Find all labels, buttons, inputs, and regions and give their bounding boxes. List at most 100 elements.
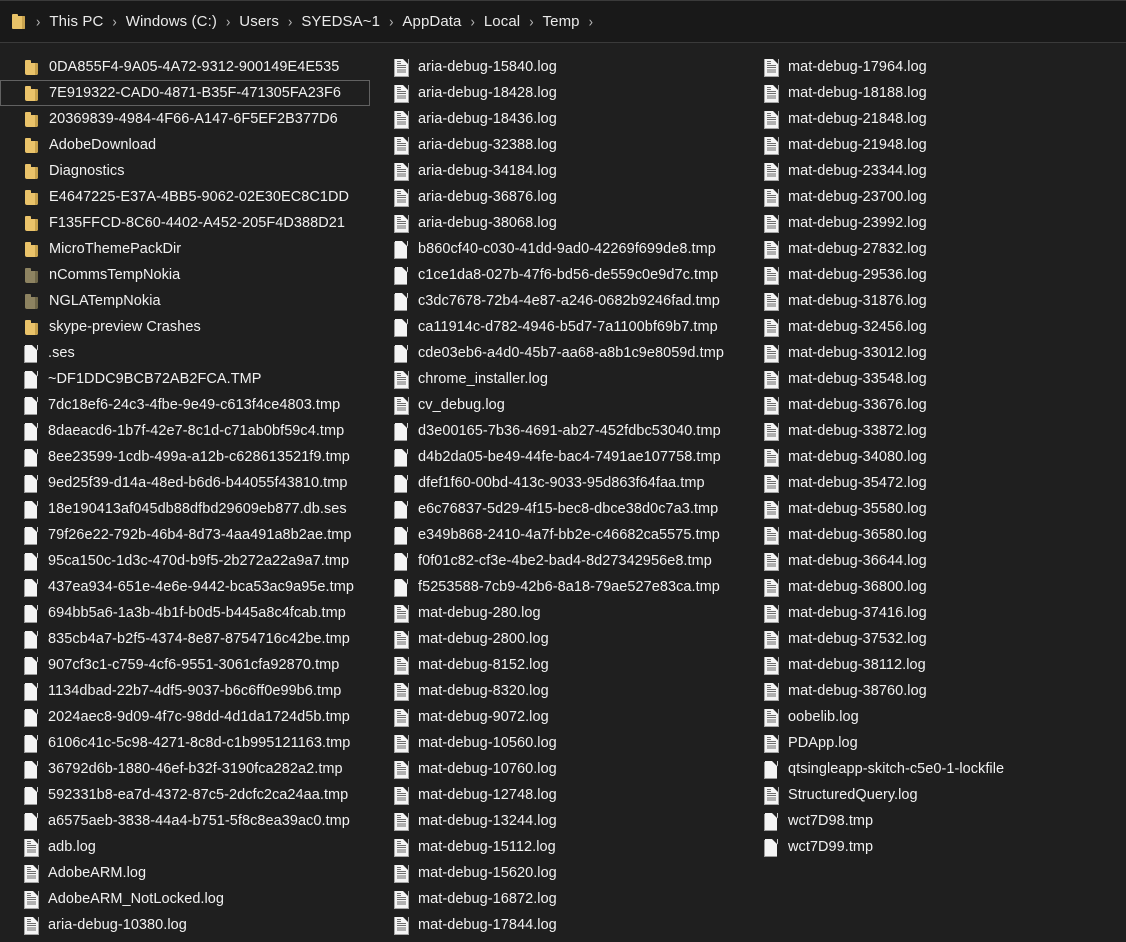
file-list-item[interactable]: a6575aeb-3838-44a4-b751-5f8c8ea39ac0.tmp <box>0 808 370 834</box>
file-list-item[interactable]: mat-debug-31876.log <box>740 288 1110 314</box>
file-list-item[interactable]: chrome_installer.log <box>370 366 740 392</box>
file-list-item[interactable]: mat-debug-12748.log <box>370 782 740 808</box>
file-list-item[interactable]: mat-debug-16872.log <box>370 886 740 912</box>
file-list-item[interactable]: 18e190413af045db88dfbd29609eb877.db.ses <box>0 496 370 522</box>
file-list-item[interactable]: e349b868-2410-4a7f-bb2e-c46682ca5575.tmp <box>370 522 740 548</box>
file-list-item[interactable]: aria-debug-18428.log <box>370 80 740 106</box>
file-list-item[interactable]: cv_debug.log <box>370 392 740 418</box>
file-list-item[interactable]: mat-debug-33676.log <box>740 392 1110 418</box>
file-list-item[interactable]: 8daeacd6-1b7f-42e7-8c1d-c71ab0bf59c4.tmp <box>0 418 370 444</box>
file-list-item[interactable]: AdobeARM.log <box>0 860 370 886</box>
file-list-item[interactable]: mat-debug-38760.log <box>740 678 1110 704</box>
address-bar[interactable]: › This PC › Windows (C:) › Users › SYEDSA~1 › App… <box>0 0 1126 43</box>
file-list-item[interactable]: NGLATempNokia <box>0 288 370 314</box>
file-list-item[interactable]: mat-debug-37416.log <box>740 600 1110 626</box>
file-list-item[interactable]: mat-debug-13244.log <box>370 808 740 834</box>
file-list-item[interactable]: cde03eb6-a4d0-45b7-aa68-a8b1c9e8059d.tmp <box>370 340 740 366</box>
file-list-item[interactable]: 7dc18ef6-24c3-4fbe-9e49-c613f4ce4803.tmp <box>0 392 370 418</box>
file-list-item[interactable]: mat-debug-9072.log <box>370 704 740 730</box>
file-list-item[interactable]: 6106c41c-5c98-4271-8c8d-c1b995121163.tmp <box>0 730 370 756</box>
file-list-item[interactable]: 20369839-4984-4F66-A147-6F5EF2B377D6 <box>0 106 370 132</box>
file-list-item[interactable]: oobelib.log <box>740 704 1110 730</box>
file-list-item[interactable]: adb.log <box>0 834 370 860</box>
file-list-item[interactable]: mat-debug-23992.log <box>740 210 1110 236</box>
file-list-item[interactable]: ~DF1DDC9BCB72AB2FCA.TMP <box>0 366 370 392</box>
file-list-item[interactable]: skype-preview Crashes <box>0 314 370 340</box>
file-list-item[interactable]: mat-debug-17964.log <box>740 54 1110 80</box>
file-list-item[interactable]: qtsingleapp-skitch-c5e0-1-lockfile <box>740 756 1110 782</box>
file-list-item[interactable]: Diagnostics <box>0 158 370 184</box>
file-list-item[interactable]: AdobeDownload <box>0 132 370 158</box>
file-list-item[interactable]: mat-debug-29536.log <box>740 262 1110 288</box>
file-list-item[interactable]: mat-debug-33012.log <box>740 340 1110 366</box>
file-list-item[interactable]: 907cf3c1-c759-4cf6-9551-3061cfa92870.tmp <box>0 652 370 678</box>
file-list-item[interactable]: 8ee23599-1cdb-499a-a12b-c628613521f9.tmp <box>0 444 370 470</box>
file-list-item[interactable]: 0DA855F4-9A05-4A72-9312-900149E4E535 <box>0 54 370 80</box>
file-list-item[interactable]: 95ca150c-1d3c-470d-b9f5-2b272a22a9a7.tmp <box>0 548 370 574</box>
file-list-item[interactable]: F135FFCD-8C60-4402-A452-205F4D388D21 <box>0 210 370 236</box>
file-list-item[interactable]: E4647225-E37A-4BB5-9062-02E30EC8C1DD <box>0 184 370 210</box>
breadcrumb-item-syedsa-1[interactable]: SYEDSA~1 <box>294 10 387 33</box>
file-list-item[interactable]: mat-debug-34080.log <box>740 444 1110 470</box>
file-list-item[interactable]: f5253588-7cb9-42b6-8a18-79ae527e83ca.tmp <box>370 574 740 600</box>
file-list-item[interactable]: 592331b8-ea7d-4372-87c5-2dcfc2ca24aa.tmp <box>0 782 370 808</box>
breadcrumb-item-appdata[interactable]: AppData <box>395 10 468 33</box>
file-list-item[interactable]: 2024aec8-9d09-4f7c-98dd-4d1da1724d5b.tmp <box>0 704 370 730</box>
file-list-item[interactable]: c3dc7678-72b4-4e87-a246-0682b9246fad.tmp <box>370 288 740 314</box>
file-list-item[interactable]: b860cf40-c030-41dd-9ad0-42269f699de8.tmp <box>370 236 740 262</box>
file-list[interactable]: 0DA855F4-9A05-4A72-9312-900149E4E535 7E91… <box>0 44 1126 942</box>
file-list-item[interactable]: mat-debug-18188.log <box>740 80 1110 106</box>
file-list-item[interactable]: mat-debug-27832.log <box>740 236 1110 262</box>
file-list-item[interactable]: StructuredQuery.log <box>740 782 1110 808</box>
file-list-item[interactable]: mat-debug-35580.log <box>740 496 1110 522</box>
file-list-item[interactable]: mat-debug-21848.log <box>740 106 1110 132</box>
file-list-item[interactable]: f0f01c82-cf3e-4be2-bad4-8d27342956e8.tmp <box>370 548 740 574</box>
file-list-item[interactable]: 9ed25f39-d14a-48ed-b6d6-b44055f43810.tmp <box>0 470 370 496</box>
file-list-item[interactable]: d4b2da05-be49-44fe-bac4-7491ae107758.tmp <box>370 444 740 470</box>
file-list-item[interactable]: mat-debug-17844.log <box>370 912 740 938</box>
file-list-item[interactable]: mat-debug-15112.log <box>370 834 740 860</box>
file-list-item[interactable]: wct7D98.tmp <box>740 808 1110 834</box>
file-list-item[interactable]: aria-debug-15840.log <box>370 54 740 80</box>
file-list-item[interactable]: 437ea934-651e-4e6e-9442-bca53ac9a95e.tmp <box>0 574 370 600</box>
file-list-item[interactable]: MicroThemePackDir <box>0 236 370 262</box>
file-list-item[interactable]: aria-debug-36876.log <box>370 184 740 210</box>
file-list-item[interactable]: wct7D99.tmp <box>740 834 1110 860</box>
breadcrumb-item-users[interactable]: Users <box>232 10 286 33</box>
file-list-item[interactable]: mat-debug-10760.log <box>370 756 740 782</box>
file-list-item[interactable]: mat-debug-36800.log <box>740 574 1110 600</box>
file-list-item[interactable]: mat-debug-23344.log <box>740 158 1110 184</box>
file-list-item[interactable]: aria-debug-18436.log <box>370 106 740 132</box>
file-list-item[interactable]: 694bb5a6-1a3b-4b1f-b0d5-b445a8c4fcab.tmp <box>0 600 370 626</box>
file-list-item[interactable]: mat-debug-21948.log <box>740 132 1110 158</box>
breadcrumb-item-temp[interactable]: Temp <box>536 10 587 33</box>
file-list-item[interactable]: PDApp.log <box>740 730 1110 756</box>
file-list-item[interactable]: mat-debug-8320.log <box>370 678 740 704</box>
file-list-item[interactable]: mat-debug-23700.log <box>740 184 1110 210</box>
breadcrumb-item-this-pc[interactable]: This PC <box>42 10 110 33</box>
breadcrumb-item-local[interactable]: Local <box>477 10 527 33</box>
file-list-item[interactable]: mat-debug-10560.log <box>370 730 740 756</box>
file-list-item[interactable]: d3e00165-7b36-4691-ab27-452fdbc53040.tmp <box>370 418 740 444</box>
file-list-item[interactable]: mat-debug-36644.log <box>740 548 1110 574</box>
file-list-item[interactable]: e6c76837-5d29-4f15-bec8-dbce38d0c7a3.tmp <box>370 496 740 522</box>
file-list-item[interactable]: mat-debug-8152.log <box>370 652 740 678</box>
file-list-item[interactable]: aria-debug-34184.log <box>370 158 740 184</box>
file-list-item[interactable]: 835cb4a7-b2f5-4374-8e87-8754716c42be.tmp <box>0 626 370 652</box>
file-list-item[interactable]: 79f26e22-792b-46b4-8d73-4aa491a8b2ae.tmp <box>0 522 370 548</box>
file-list-item[interactable]: mat-debug-36580.log <box>740 522 1110 548</box>
file-list-item[interactable]: aria-debug-10380.log <box>0 912 370 938</box>
file-list-item[interactable]: mat-debug-33548.log <box>740 366 1110 392</box>
file-list-item[interactable]: mat-debug-33872.log <box>740 418 1110 444</box>
breadcrumb[interactable]: › This PC › Windows (C:) › Users › SYEDSA~1 › App… <box>34 10 595 33</box>
file-list-item[interactable]: 1134dbad-22b7-4df5-9037-b6c6ff0e99b6.tmp <box>0 678 370 704</box>
file-list-item[interactable]: aria-debug-32388.log <box>370 132 740 158</box>
file-list-item[interactable]: aria-debug-38068.log <box>370 210 740 236</box>
breadcrumb-item-windows-c[interactable]: Windows (C:) <box>119 10 224 33</box>
file-list-item[interactable]: nCommsTempNokia <box>0 262 370 288</box>
file-list-item[interactable]: AdobeARM_NotLocked.log <box>0 886 370 912</box>
file-list-item[interactable]: mat-debug-38112.log <box>740 652 1110 678</box>
file-list-item[interactable]: ca11914c-d782-4946-b5d7-7a1100bf69b7.tmp <box>370 314 740 340</box>
file-list-item[interactable]: mat-debug-32456.log <box>740 314 1110 340</box>
file-list-item[interactable]: mat-debug-15620.log <box>370 860 740 886</box>
